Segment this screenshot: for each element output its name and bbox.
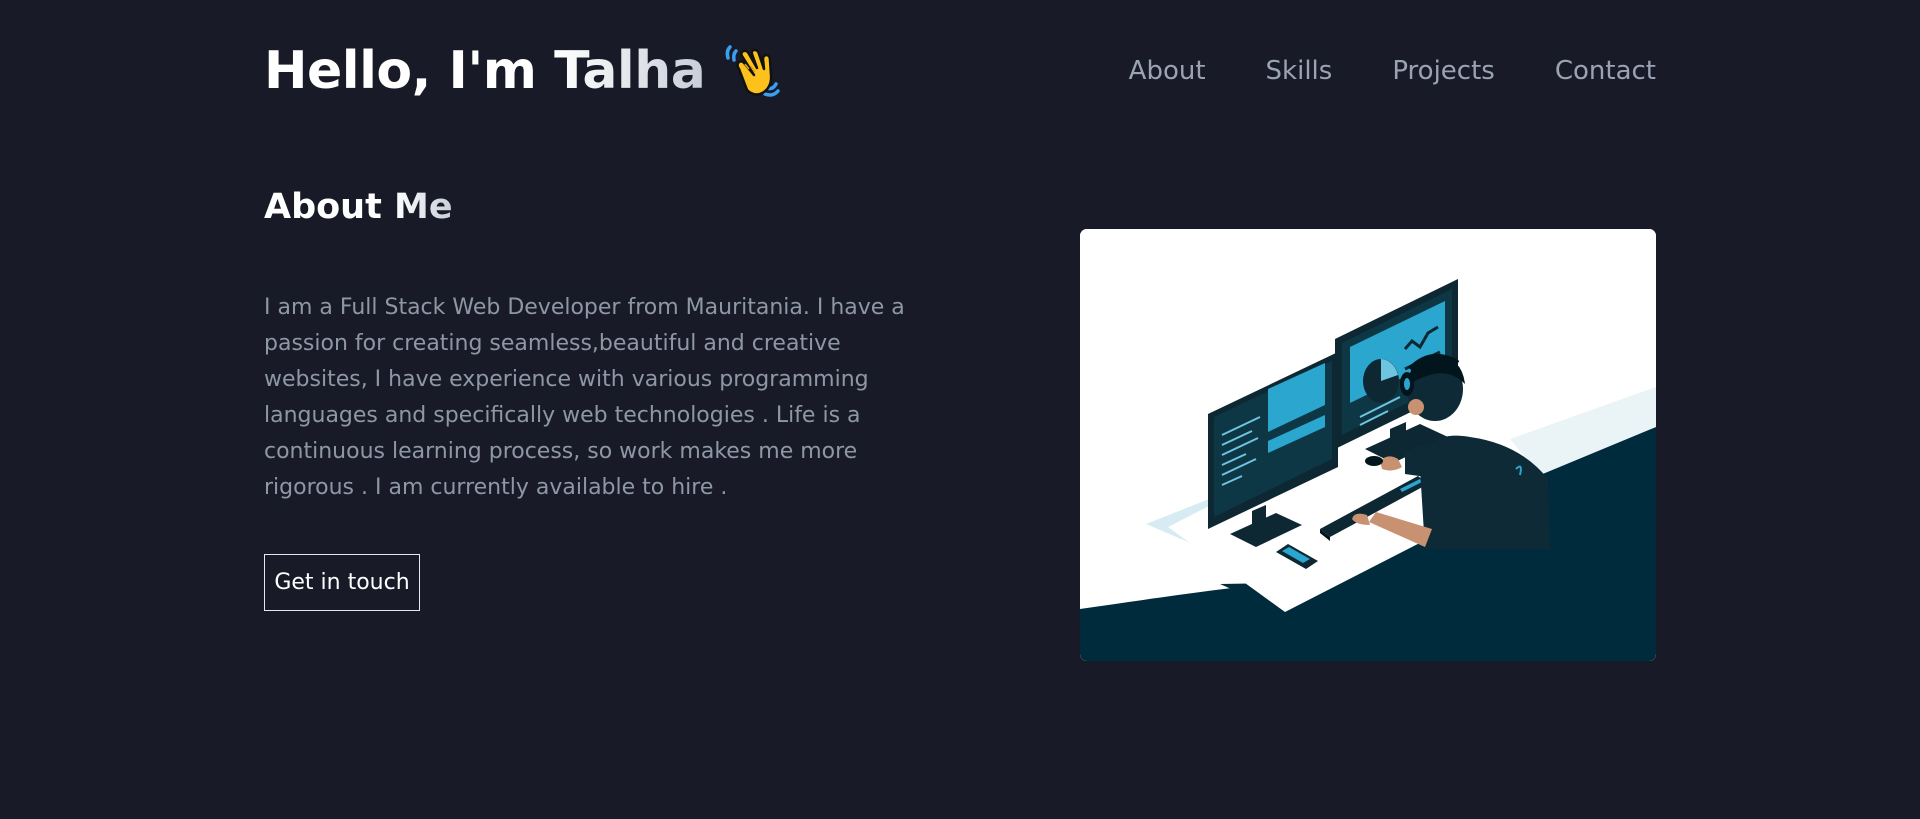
nav-link-projects[interactable]: Projects <box>1392 56 1495 86</box>
about-heading-accent: Me <box>394 187 453 227</box>
get-in-touch-button[interactable]: Get in touch <box>264 554 420 611</box>
about-paragraph: I am a Full Stack Web Developer from Mau… <box>264 295 905 500</box>
greeting-lead: Hello, I'm <box>264 41 555 101</box>
nav-link-skills[interactable]: Skills <box>1266 56 1333 86</box>
site-header: Hello, I'm Talha About Skills Projects C… <box>264 36 1656 106</box>
main-nav: About Skills Projects Contact <box>1129 36 1656 106</box>
greeting-name: Talha <box>554 41 706 101</box>
site-greeting: Hello, I'm Talha <box>264 36 781 106</box>
about-heading-lead: About <box>264 187 395 227</box>
waving-hand-icon <box>723 42 781 100</box>
nav-link-contact[interactable]: Contact <box>1555 56 1656 86</box>
developer-illustration <box>1080 229 1656 661</box>
about-heading: About Me <box>264 185 453 229</box>
nav-link-about[interactable]: About <box>1129 56 1206 86</box>
portfolio-page: Hello, I'm Talha About Skills Projects C… <box>0 0 1920 819</box>
